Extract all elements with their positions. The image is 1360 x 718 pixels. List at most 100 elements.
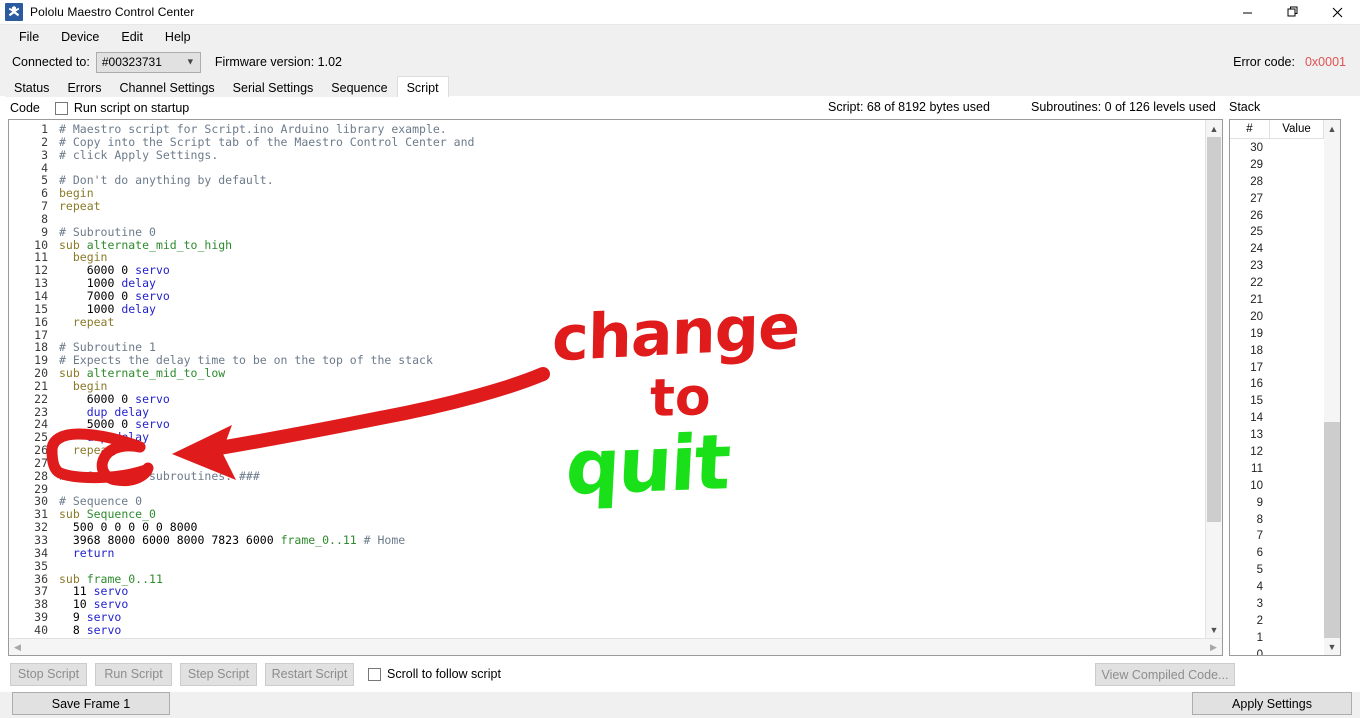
code-line[interactable]: [59, 483, 1205, 496]
run-script-button[interactable]: Run Script: [95, 662, 172, 686]
stack-row[interactable]: 21: [1230, 292, 1270, 309]
tab-sequence[interactable]: Sequence: [322, 78, 397, 97]
code-line[interactable]: # Don't do anything by default.: [59, 174, 1205, 187]
stack-row[interactable]: 23: [1230, 258, 1270, 275]
code-line[interactable]: sub Sequence_0: [59, 508, 1205, 521]
menu-item-help[interactable]: Help: [154, 27, 202, 47]
code-line[interactable]: ### Sequence subroutines: ###: [59, 469, 1205, 483]
restart-script-button[interactable]: Restart Script: [265, 662, 354, 686]
code-line[interactable]: 5000 0 servo: [59, 418, 1205, 431]
stack-scroll-up-icon[interactable]: ▲: [1324, 119, 1340, 139]
stack-row[interactable]: 11: [1230, 461, 1270, 478]
stack-row[interactable]: 22: [1230, 275, 1270, 292]
code-line[interactable]: [59, 213, 1205, 226]
tab-status[interactable]: Status: [5, 78, 59, 97]
code-line[interactable]: 7000 0 servo: [59, 290, 1205, 303]
save-frame-button[interactable]: Save Frame 1: [12, 692, 170, 715]
stack-row[interactable]: 17: [1230, 360, 1270, 377]
stack-scroll-thumb[interactable]: [1324, 422, 1340, 638]
stack-row[interactable]: 14: [1230, 410, 1270, 427]
menu-item-file[interactable]: File: [8, 27, 50, 47]
menu-item-edit[interactable]: Edit: [110, 27, 154, 47]
stack-row[interactable]: 25: [1230, 224, 1270, 241]
script-editor[interactable]: 1 2 3 4 5 6 7 8 9 10 11 12 13 14 15 16 17 18 19 20 21 22 23 24 2…: [8, 119, 1223, 656]
code-line[interactable]: dup delay: [59, 431, 1205, 444]
maximize-button[interactable]: [1270, 0, 1315, 25]
step-script-button[interactable]: Step Script: [180, 662, 257, 686]
menu-item-device[interactable]: Device: [50, 27, 110, 47]
code-scroll-area[interactable]: 1 2 3 4 5 6 7 8 9 10 11 12 13 14 15 16 17 18 19 20 21 22 23 24 2…: [9, 120, 1205, 638]
stack-row[interactable]: 18: [1230, 343, 1270, 360]
tab-serial-settings[interactable]: Serial Settings: [223, 78, 323, 97]
scroll-down-icon[interactable]: ▼: [1206, 621, 1222, 638]
device-select[interactable]: #00323731 ▼: [95, 51, 201, 73]
code-line[interactable]: begin: [59, 187, 1205, 200]
code-line[interactable]: begin: [59, 379, 1205, 393]
stack-row[interactable]: 8: [1230, 512, 1270, 529]
stack-row[interactable]: 10: [1230, 478, 1270, 495]
apply-settings-button[interactable]: Apply Settings: [1192, 692, 1352, 715]
code-line[interactable]: [59, 329, 1205, 342]
code-line[interactable]: return: [59, 546, 1205, 560]
stack-row[interactable]: 5: [1230, 562, 1270, 579]
close-button[interactable]: [1315, 0, 1360, 25]
stack-row[interactable]: 28: [1230, 174, 1270, 191]
stack-row[interactable]: 4: [1230, 579, 1270, 596]
stack-row[interactable]: 24: [1230, 241, 1270, 258]
tab-channel-settings[interactable]: Channel Settings: [110, 78, 224, 97]
stack-scroll-down-icon[interactable]: ▼: [1324, 638, 1340, 655]
stack-row[interactable]: 6: [1230, 545, 1270, 562]
code-line[interactable]: 6000 0 servo: [59, 392, 1205, 406]
run-on-startup-checkbox[interactable]: [54, 101, 68, 115]
editor-vertical-scrollbar[interactable]: ▲ ▼: [1205, 120, 1222, 638]
stack-row[interactable]: 2: [1230, 613, 1270, 630]
stack-row[interactable]: 29: [1230, 157, 1270, 174]
stack-row[interactable]: 15: [1230, 393, 1270, 410]
code-line[interactable]: 3968 8000 6000 8000 7823 6000 frame_0..1…: [59, 534, 1205, 547]
code-line[interactable]: 11 servo: [59, 585, 1205, 598]
stack-row[interactable]: 1: [1230, 630, 1270, 647]
stack-row[interactable]: 13: [1230, 427, 1270, 444]
code-line[interactable]: # click Apply Settings.: [59, 148, 1205, 162]
code-line[interactable]: # Sequence 0: [59, 495, 1205, 508]
stop-script-button[interactable]: Stop Script: [10, 662, 87, 686]
code-line[interactable]: sub alternate_mid_to_high: [59, 238, 1205, 252]
code-line[interactable]: 10 servo: [59, 598, 1205, 611]
tab-errors[interactable]: Errors: [58, 78, 111, 97]
code-line[interactable]: 1000 delay: [59, 277, 1205, 290]
stack-row[interactable]: 20: [1230, 309, 1270, 326]
tab-script[interactable]: Script: [396, 76, 449, 97]
stack-scrollbar[interactable]: ▼: [1324, 139, 1340, 655]
code-line[interactable]: # Expects the delay time to be on the to…: [59, 354, 1205, 367]
stack-row[interactable]: 9: [1230, 495, 1270, 512]
code-line[interactable]: [59, 560, 1205, 573]
scroll-to-follow-checkbox[interactable]: [368, 667, 381, 681]
editor-horizontal-scrollbar[interactable]: ◀ ▶: [9, 638, 1222, 655]
scroll-right-icon[interactable]: ▶: [1205, 639, 1222, 656]
code-line[interactable]: 9 servo: [59, 611, 1205, 624]
stack-row[interactable]: 26: [1230, 208, 1270, 225]
view-compiled-code-button[interactable]: View Compiled Code...: [1095, 663, 1235, 686]
code-line[interactable]: # Copy into the Script tab of the Maestr…: [59, 135, 1205, 149]
stack-row[interactable]: 3: [1230, 596, 1270, 613]
scroll-left-icon[interactable]: ◀: [9, 639, 26, 656]
stack-row[interactable]: 7: [1230, 528, 1270, 545]
code-line[interactable]: repeat: [59, 200, 1205, 213]
code-line[interactable]: begin: [59, 251, 1205, 264]
code-line[interactable]: 8 servo: [59, 623, 1205, 637]
code-line[interactable]: repeat: [59, 444, 1205, 457]
scroll-up-icon[interactable]: ▲: [1206, 120, 1222, 137]
code-line[interactable]: dup delay: [59, 405, 1205, 419]
minimize-button[interactable]: [1225, 0, 1270, 25]
stack-row[interactable]: 27: [1230, 191, 1270, 208]
stack-row[interactable]: 16: [1230, 376, 1270, 393]
stack-row[interactable]: 19: [1230, 326, 1270, 343]
stack-row[interactable]: 12: [1230, 444, 1270, 461]
editor-scroll-thumb[interactable]: [1207, 137, 1221, 522]
code-text-area[interactable]: # Maestro script for Script.ino Arduino …: [55, 120, 1205, 638]
stack-row[interactable]: 0: [1230, 647, 1270, 655]
code-line[interactable]: 6000 0 servo: [59, 264, 1205, 277]
code-line[interactable]: sub alternate_mid_to_low: [59, 367, 1205, 380]
code-line[interactable]: repeat: [59, 315, 1205, 329]
code-line[interactable]: sub frame_0..11: [59, 572, 1205, 586]
